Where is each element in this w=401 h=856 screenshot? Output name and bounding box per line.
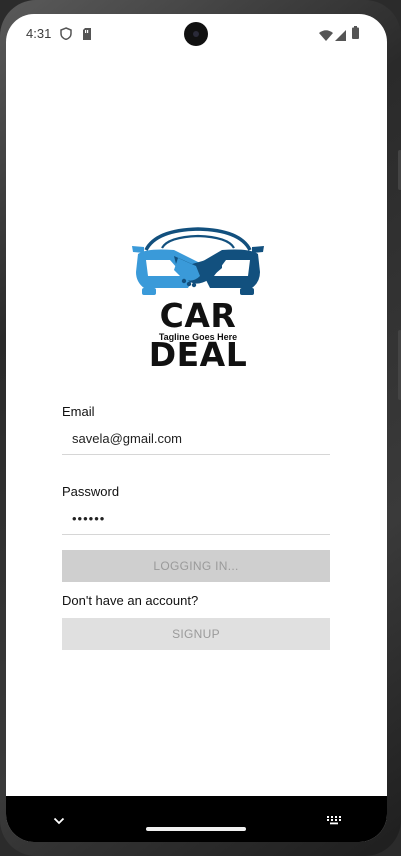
wifi-icon <box>319 28 333 46</box>
signup-button[interactable]: SIGNUP <box>62 618 330 650</box>
shield-icon <box>60 27 72 45</box>
chevron-down-icon[interactable] <box>53 812 65 830</box>
signal-icon <box>335 28 346 46</box>
password-field[interactable] <box>62 503 330 535</box>
front-camera <box>184 22 208 46</box>
sd-card-icon <box>82 27 92 45</box>
keyboard-icon[interactable] <box>326 812 342 830</box>
status-bar: 4:31 <box>6 14 387 54</box>
battery-icon <box>352 26 359 44</box>
password-label: Password <box>62 484 120 499</box>
app-logo: CAR DEAL Tagline Goes Here <box>118 226 278 374</box>
logo-tagline: Tagline Goes Here <box>158 332 238 342</box>
handshake-car-icon <box>132 227 264 295</box>
home-gesture-bar[interactable] <box>146 827 246 831</box>
email-field[interactable] <box>62 423 330 455</box>
email-label: Email <box>62 404 95 419</box>
signup-prompt: Don't have an account? <box>62 593 199 608</box>
screen: 4:31 CAR DEAL Tagline Goes Here Email sa… <box>6 14 387 842</box>
phone-frame: 4:31 CAR DEAL Tagline Goes Here Email sa… <box>0 0 401 856</box>
login-button[interactable]: LOGGING IN... <box>62 550 330 582</box>
navigation-bar <box>6 796 387 842</box>
status-time: 4:31 <box>26 26 52 41</box>
